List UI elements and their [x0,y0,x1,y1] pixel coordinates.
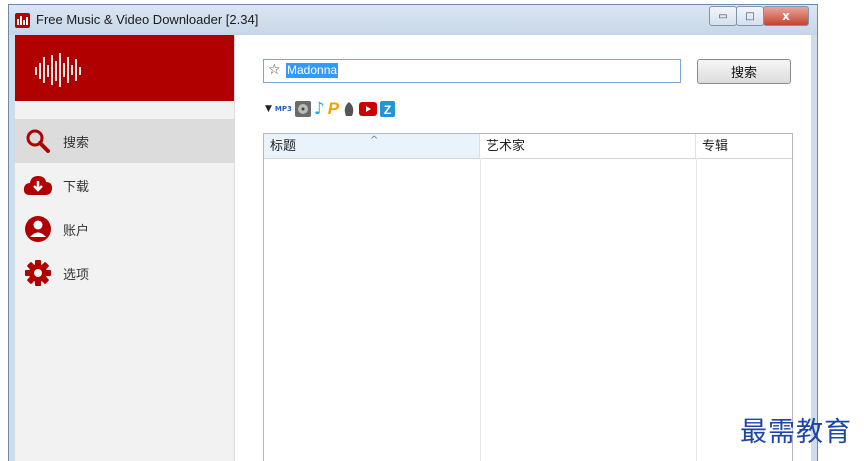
app-icon [15,13,30,28]
results-table: ^ 标题 艺术家 专辑 [263,133,793,461]
music-note-icon[interactable]: ♪ [314,99,325,119]
title-bar[interactable]: Free Music & Video Downloader [2.34] ▭ □… [9,5,817,35]
search-box[interactable]: ☆ Madonna [263,59,681,83]
main-panel: ☆ Madonna 搜索 ▼ MP3 ♪ P Z ^ 标题 艺术家 专辑 [235,35,811,461]
sort-ascending-icon: ^ [370,135,379,146]
column-header-artist[interactable]: 艺术家 [480,134,696,158]
close-button[interactable]: x [763,6,809,26]
cloud-download-icon [23,170,53,200]
soundcloud-icon[interactable] [342,101,356,117]
sidebar-item-account[interactable]: 账户 [15,207,234,251]
column-divider [480,158,481,461]
minimize-button[interactable]: ▭ [709,6,737,26]
source-toolbar: ▼ MP3 ♪ P Z [265,99,398,119]
waveform-logo-icon [35,51,95,89]
maximize-button[interactable]: □ [736,6,764,26]
sidebar-item-search[interactable]: 搜索 [15,119,234,163]
sidebar-item-label: 下载 [63,179,90,195]
app-logo [15,35,234,101]
mp3-icon[interactable]: MP3 [275,105,292,113]
search-input[interactable]: Madonna [286,63,339,78]
sidebar: 搜索 下载 账户 选项 [15,35,235,461]
youtube-icon[interactable] [359,102,378,116]
search-icon [23,126,53,156]
pandora-icon[interactable]: P [328,99,339,119]
zing-icon[interactable]: Z [380,101,396,117]
column-header-album[interactable]: 专辑 [696,134,792,158]
svg-text:Z: Z [384,103,391,117]
dropdown-arrow-icon[interactable]: ▼ [265,104,272,114]
window-title: Free Music & Video Downloader [2.34] [36,12,259,27]
search-button[interactable]: 搜索 [697,59,791,84]
table-header: ^ 标题 艺术家 专辑 [264,134,792,159]
vinyl-icon[interactable] [294,101,311,117]
app-window: Free Music & Video Downloader [2.34] ▭ □… [8,4,818,461]
watermark-text: 最需教育 [740,417,852,448]
column-header-title[interactable]: ^ 标题 [264,134,480,158]
sidebar-item-label: 搜索 [63,135,90,151]
sidebar-item-label: 账户 [63,223,90,239]
favorite-star-icon[interactable]: ☆ [268,62,281,78]
client-area: 搜索 下载 账户 选项 ☆ Madonna 搜索 ▼ MP3 ♪ P Z ^ 标… [15,35,811,461]
sidebar-item-options[interactable]: 选项 [15,251,234,295]
sidebar-item-label: 选项 [63,267,90,283]
user-icon [23,214,53,244]
sidebar-item-downloads[interactable]: 下载 [15,163,234,207]
gear-icon [23,258,53,288]
column-divider [696,158,697,461]
